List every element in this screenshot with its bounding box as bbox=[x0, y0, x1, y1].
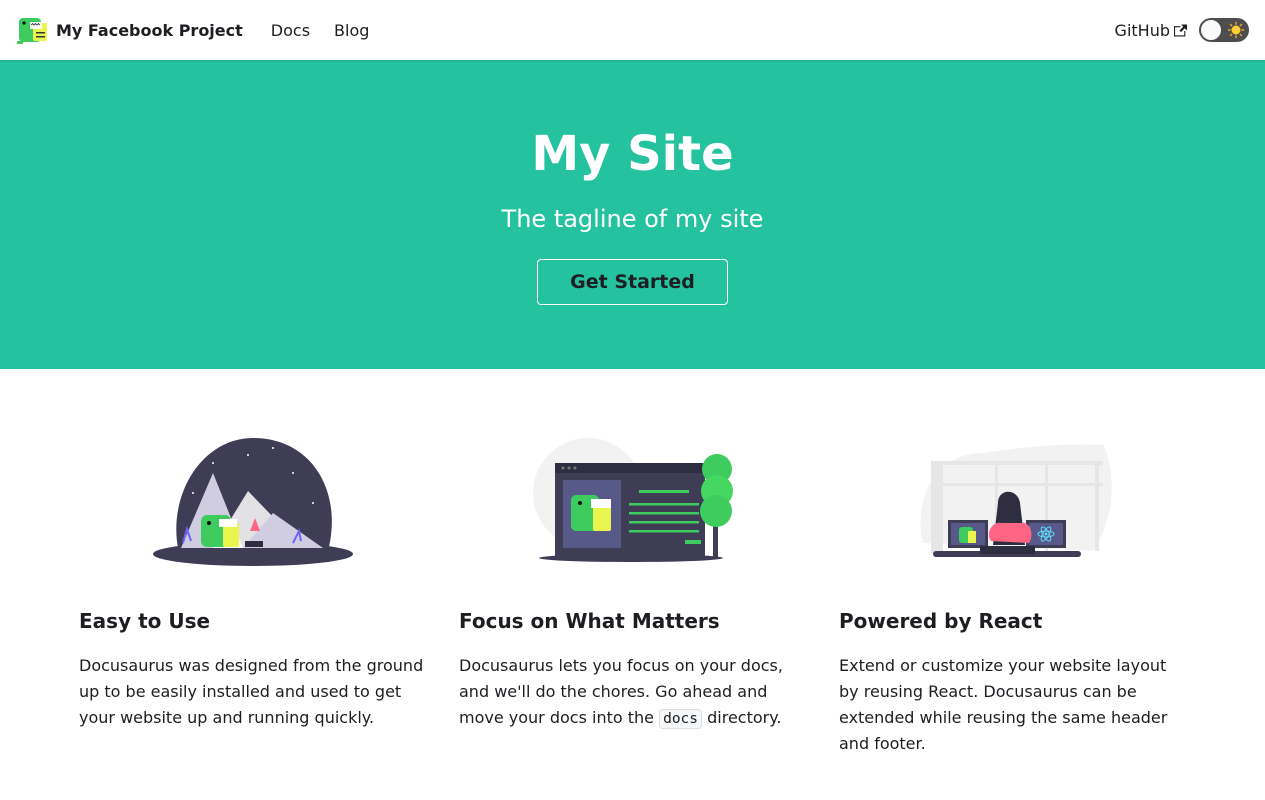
feature-card: Focus on What Matters Docusaurus lets yo… bbox=[443, 369, 823, 729]
navbar: My Facebook Project Docs Blog GitHub bbox=[0, 0, 1265, 60]
feature-description: Docusaurus lets you focus on your docs, … bbox=[459, 653, 809, 732]
hero-banner: My Site The tagline of my site Get Start… bbox=[0, 60, 1265, 369]
toggle-knob bbox=[1200, 19, 1222, 41]
hero-title: My Site bbox=[531, 126, 734, 182]
react-desk-illustration bbox=[920, 444, 1112, 557]
feature-text: Powered by React Extend or customize you… bbox=[839, 607, 1189, 757]
sun-icon bbox=[1227, 21, 1245, 39]
brand-link[interactable]: My Facebook Project bbox=[16, 14, 243, 46]
hero-tagline: The tagline of my site bbox=[501, 205, 764, 233]
navbar-right: GitHub bbox=[1103, 17, 1249, 44]
feature-description: Extend or customize your website layout … bbox=[839, 656, 1168, 753]
external-link-icon bbox=[1174, 24, 1187, 36]
feature-title: Focus on What Matters bbox=[459, 609, 720, 633]
brand-title: My Facebook Project bbox=[56, 20, 243, 40]
feature-title: Powered by React bbox=[839, 609, 1043, 633]
github-link-label: GitHub bbox=[1114, 20, 1170, 40]
dinosaur-logo-icon bbox=[17, 18, 47, 44]
feature-title: Easy to Use bbox=[79, 609, 211, 633]
feature-description: Docusaurus was designed from the ground … bbox=[79, 656, 424, 727]
feature-card: Easy to Use Docusaurus was designed from… bbox=[63, 369, 443, 727]
dark-mode-toggle[interactable] bbox=[1199, 18, 1249, 42]
get-started-button[interactable]: Get Started bbox=[537, 259, 728, 305]
nav-link-docs[interactable]: Docs bbox=[259, 17, 322, 44]
features-section: Easy to Use Docusaurus was designed from… bbox=[0, 369, 1265, 800]
feature-text: Focus on What Matters Docusaurus lets yo… bbox=[459, 607, 809, 732]
feature-card: Powered by React Extend or customize you… bbox=[823, 369, 1203, 753]
docs-code: docs bbox=[659, 709, 703, 729]
docs-window-dino-illustration bbox=[533, 438, 733, 562]
feature-description-text-end: directory. bbox=[707, 708, 782, 727]
feature-text: Easy to Use Docusaurus was designed from… bbox=[79, 607, 429, 731]
mountain-dino-illustration bbox=[153, 438, 353, 566]
github-link[interactable]: GitHub bbox=[1103, 17, 1199, 44]
nav-link-blog[interactable]: Blog bbox=[322, 17, 381, 44]
